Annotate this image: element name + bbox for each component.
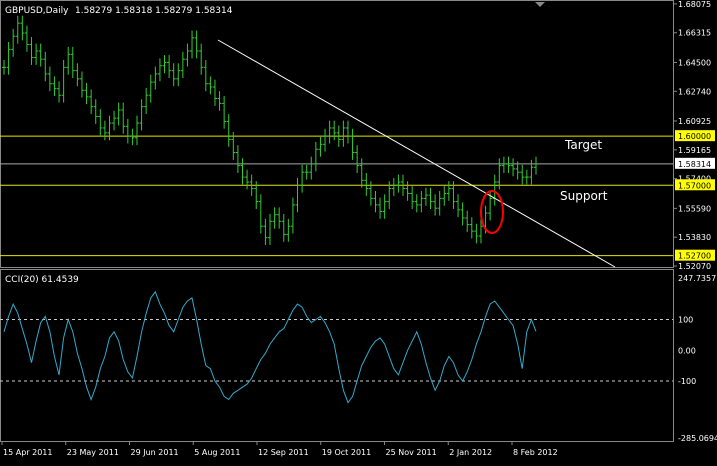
price-tick-label: 1.60925 — [678, 117, 711, 126]
price-level-marker-label: 1.58314 — [678, 160, 711, 169]
cci-tick-label: -100 — [678, 377, 696, 386]
price-level-marker-label: 1.60000 — [678, 132, 711, 141]
price-chart-svg[interactable]: Target Support GBPUSD,Daily 1.58279 1.58… — [0, 0, 717, 462]
support-label: Support — [560, 189, 608, 203]
symbol-label: GBPUSD,Daily — [5, 6, 69, 16]
cci-tick-label: 100 — [678, 315, 693, 324]
time-tick-label: 12 Sep 2011 — [258, 448, 309, 457]
price-level-marker-label: 1.52700 — [678, 252, 711, 261]
price-tick-label: 1.62740 — [678, 87, 711, 96]
price-tick-label: 1.52070 — [678, 262, 711, 271]
price-tick-label: 1.66315 — [678, 29, 711, 38]
indicator-label: CCI(20) 61.4539 — [5, 275, 79, 285]
price-tick-label: 1.68075 — [678, 0, 711, 9]
time-tick-label: 15 Apr 2011 — [3, 448, 52, 457]
target-label: Target — [564, 138, 602, 152]
price-tick-label: 1.59165 — [678, 146, 711, 155]
time-tick-label: 5 Aug 2011 — [194, 448, 240, 457]
time-tick-label: 2 Jan 2012 — [449, 448, 492, 457]
chart-window: Target Support GBPUSD,Daily 1.58279 1.58… — [0, 0, 717, 462]
cci-tick-label: 0.00 — [678, 346, 696, 355]
price-tick-label: 1.55590 — [678, 204, 711, 213]
time-tick-label: 23 May 2011 — [67, 448, 119, 457]
time-tick-label: 25 Nov 2011 — [386, 448, 437, 457]
time-tick-label: 8 Feb 2012 — [513, 448, 558, 457]
cci-tick-label: -285.0694 — [678, 434, 717, 443]
cci-tick-label: 247.7357 — [678, 274, 716, 283]
time-tick-label: 19 Oct 2011 — [322, 448, 371, 457]
time-tick-label: 29 Jun 2011 — [131, 448, 179, 457]
ohlc-values: 1.58279 1.58318 1.58279 1.58314 — [75, 6, 233, 16]
price-level-marker-label: 1.57000 — [678, 181, 711, 190]
price-tick-label: 1.53830 — [678, 233, 711, 242]
price-tick-label: 1.64500 — [678, 58, 711, 67]
